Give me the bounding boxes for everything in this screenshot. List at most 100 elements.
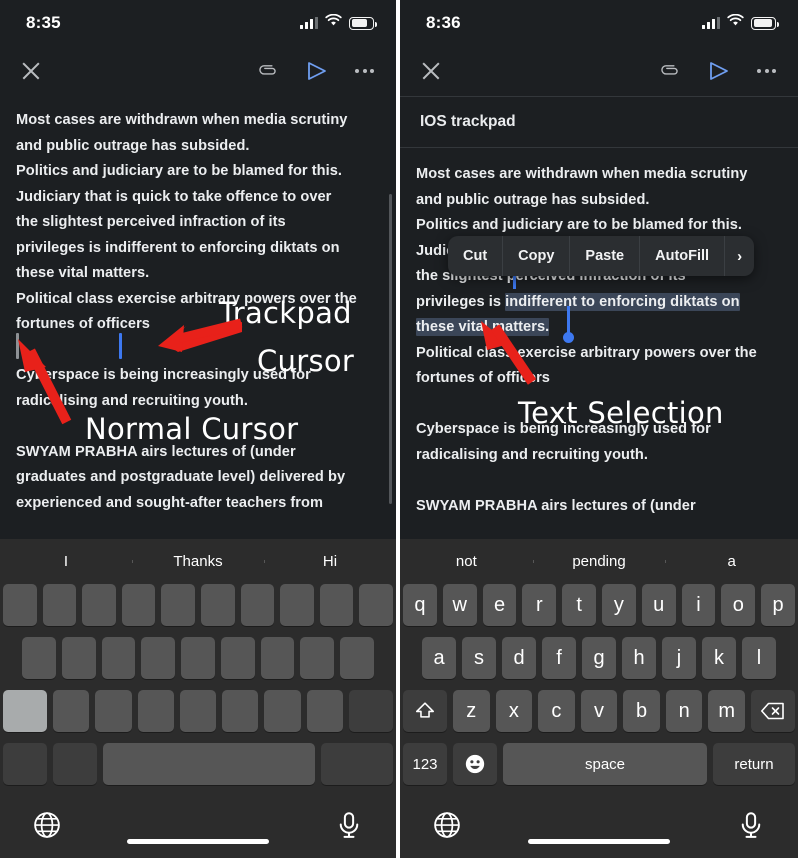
shift-icon[interactable] [402, 690, 447, 732]
key[interactable] [280, 584, 314, 626]
emoji-key[interactable] [53, 743, 97, 785]
key-s[interactable]: s [462, 637, 496, 679]
numeric-key[interactable]: 123 [403, 743, 447, 785]
cellular-signal-icon [300, 17, 318, 29]
key-q[interactable]: q [403, 584, 437, 626]
globe-icon[interactable] [432, 810, 462, 845]
key[interactable] [222, 690, 259, 732]
key-m[interactable]: m [708, 690, 746, 732]
numeric-key[interactable] [3, 743, 47, 785]
key[interactable] [260, 637, 295, 679]
key[interactable] [340, 637, 375, 679]
key-x[interactable]: x [495, 690, 533, 732]
shift-key[interactable] [3, 690, 48, 732]
key[interactable] [82, 584, 116, 626]
backspace-key[interactable] [348, 690, 393, 732]
key[interactable] [264, 690, 301, 732]
close-icon[interactable] [18, 58, 44, 84]
subject-field[interactable]: IOS trackpad [400, 96, 798, 148]
microphone-icon[interactable] [334, 810, 364, 845]
key[interactable] [21, 637, 56, 679]
key[interactable] [53, 690, 90, 732]
key-e[interactable]: e [482, 584, 517, 626]
suggestion-item[interactable]: Thanks [132, 553, 264, 570]
suggestion-item[interactable]: a [665, 553, 798, 570]
chevron-right-icon[interactable]: › [725, 236, 754, 276]
close-icon[interactable] [418, 58, 444, 84]
key-b[interactable]: b [623, 690, 660, 732]
key-n[interactable]: n [665, 690, 703, 732]
key-y[interactable]: y [602, 584, 636, 626]
key-u[interactable]: u [641, 584, 676, 626]
keyboard-right[interactable]: not pending a q w e r t y u i o p a s d … [400, 539, 798, 858]
suggestion-item[interactable]: not [400, 553, 533, 570]
suggestion-bar[interactable]: not pending a [400, 539, 798, 584]
key-v[interactable]: v [580, 690, 618, 732]
key[interactable] [95, 690, 132, 732]
body-line-selected: privileges is indifferent to enforcing d… [416, 290, 780, 316]
menu-item-cut[interactable]: Cut [448, 236, 504, 276]
key-f[interactable]: f [542, 637, 576, 679]
key-j[interactable]: j [662, 637, 696, 679]
key-a[interactable]: a [422, 637, 456, 679]
annotation-trackpad-cursor-line2: Cursor [257, 344, 355, 378]
key[interactable] [181, 637, 215, 679]
key-k[interactable]: k [702, 637, 736, 679]
key-h[interactable]: h [622, 637, 656, 679]
message-body-right[interactable]: Most cases are withdrawn when media scru… [400, 148, 798, 519]
key-l[interactable]: l [742, 637, 776, 679]
globe-icon[interactable] [32, 810, 62, 845]
more-options-icon[interactable] [757, 69, 776, 73]
key-d[interactable]: d [502, 637, 536, 679]
key[interactable] [179, 690, 217, 732]
space-key[interactable] [103, 743, 315, 785]
more-options-icon[interactable] [355, 69, 374, 73]
backspace-icon[interactable] [751, 690, 796, 732]
key-w[interactable]: w [442, 584, 477, 626]
key-o[interactable]: o [721, 584, 756, 626]
send-icon[interactable] [707, 59, 731, 83]
key[interactable] [359, 584, 393, 626]
key[interactable] [101, 637, 136, 679]
menu-item-paste[interactable]: Paste [570, 236, 641, 276]
key-t[interactable]: t [562, 584, 596, 626]
space-key[interactable]: space [503, 743, 707, 785]
microphone-icon[interactable] [736, 810, 766, 845]
paperclip-icon[interactable] [257, 60, 279, 82]
menu-item-copy[interactable]: Copy [503, 236, 571, 276]
key[interactable] [61, 637, 96, 679]
key-z[interactable]: z [452, 690, 490, 732]
key[interactable] [42, 584, 77, 626]
key-c[interactable]: c [538, 690, 575, 732]
key[interactable] [161, 584, 195, 626]
vertical-scrollbar[interactable] [389, 194, 392, 504]
key[interactable] [306, 690, 343, 732]
menu-item-autofill[interactable]: AutoFill [640, 236, 726, 276]
key[interactable] [300, 637, 335, 679]
key[interactable] [319, 584, 354, 626]
key-p[interactable]: p [761, 584, 795, 626]
key[interactable] [141, 637, 176, 679]
suggestion-bar[interactable]: I Thanks Hi [0, 539, 396, 584]
suggestion-item[interactable]: pending [532, 553, 666, 570]
key[interactable] [3, 584, 37, 626]
return-key[interactable] [321, 743, 393, 785]
key[interactable] [220, 637, 255, 679]
key[interactable] [137, 690, 174, 732]
key[interactable] [201, 584, 235, 626]
keyboard-left[interactable]: I Thanks Hi [0, 539, 396, 858]
body-line: and public outrage has subsided. [416, 191, 650, 208]
paperclip-icon[interactable] [659, 60, 681, 82]
key[interactable] [240, 584, 275, 626]
key[interactable] [121, 584, 156, 626]
send-icon[interactable] [305, 59, 329, 83]
text-context-menu[interactable]: Cut Copy Paste AutoFill › [448, 236, 755, 276]
key-r[interactable]: r [522, 584, 557, 626]
selection-end-handle[interactable] [563, 306, 574, 343]
suggestion-item[interactable]: I [0, 553, 132, 570]
emoji-icon[interactable] [453, 743, 497, 785]
suggestion-item[interactable]: Hi [264, 553, 396, 570]
key-g[interactable]: g [582, 637, 616, 679]
key-i[interactable]: i [681, 584, 716, 626]
return-key[interactable]: return [713, 743, 795, 785]
